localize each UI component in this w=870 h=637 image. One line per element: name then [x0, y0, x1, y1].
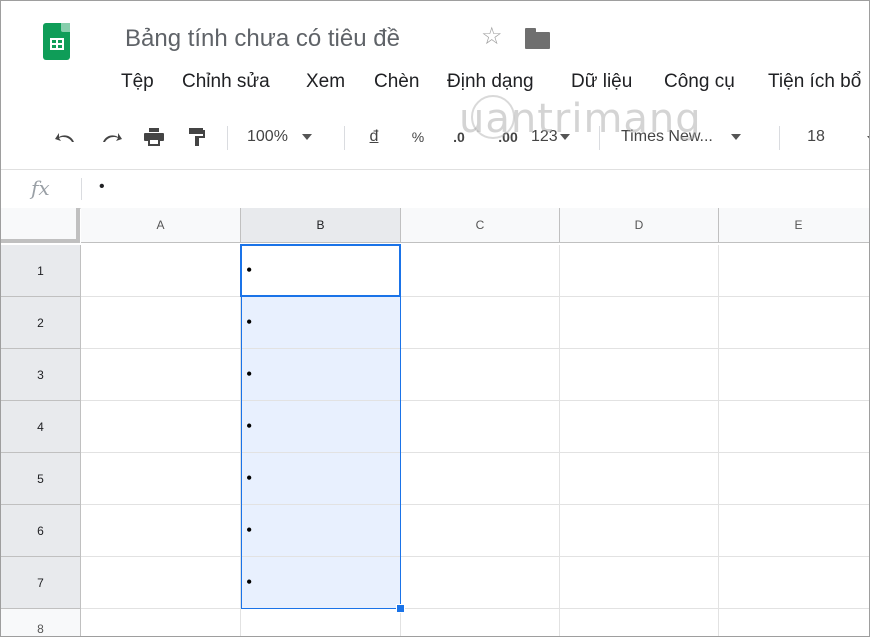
cell-d8[interactable] [560, 609, 719, 636]
cell-c3[interactable] [401, 349, 560, 401]
cell-c7[interactable] [401, 557, 560, 609]
redo-icon[interactable] [96, 122, 128, 152]
font-select[interactable]: Times New... [621, 122, 771, 152]
cell-d1[interactable] [560, 245, 719, 297]
row-header-3[interactable]: 3 [1, 349, 81, 401]
cell-e6[interactable] [719, 505, 869, 557]
column-header-c[interactable]: C [401, 208, 560, 243]
cell-a8[interactable] [81, 609, 241, 636]
chevron-down-icon [301, 134, 312, 140]
menu-insert[interactable]: Chèn [374, 71, 419, 93]
cell-d2[interactable] [560, 297, 719, 349]
column-header-a[interactable]: A [81, 208, 241, 243]
more-formats-button[interactable]: 123 [531, 122, 581, 152]
cell-d4[interactable] [560, 401, 719, 453]
cell-e8[interactable] [719, 609, 869, 636]
cell-a6[interactable] [81, 505, 241, 557]
row-header-5[interactable]: 5 [1, 453, 81, 505]
cell-a2[interactable] [81, 297, 241, 349]
menu-view[interactable]: Xem [306, 71, 345, 93]
cell-e3[interactable] [719, 349, 869, 401]
cell-d6[interactable] [560, 505, 719, 557]
cell-c6[interactable] [401, 505, 560, 557]
sheets-logo-icon[interactable] [43, 23, 70, 60]
app-window: Bảng tính chưa có tiêu đề ☆ Tệp Chỉnh sử… [0, 0, 870, 637]
decrease-decimal-button[interactable]: .0 [445, 122, 473, 152]
menu-file[interactable]: Tệp [121, 71, 154, 93]
cell-c1[interactable] [401, 245, 560, 297]
print-icon[interactable] [139, 122, 169, 152]
folder-icon[interactable] [525, 28, 550, 49]
column-header-b[interactable]: B [241, 208, 401, 243]
row-header-1[interactable]: 1 [1, 245, 81, 297]
cell-b4[interactable]: • [241, 401, 401, 453]
chevron-down-icon [559, 134, 570, 140]
cell-a3[interactable] [81, 349, 241, 401]
cell-e1[interactable] [719, 245, 869, 297]
cell-d3[interactable] [560, 349, 719, 401]
menu-format[interactable]: Định dạng [447, 71, 534, 93]
cell-c4[interactable] [401, 401, 560, 453]
cell-b5[interactable]: • [241, 453, 401, 505]
cell-d7[interactable] [560, 557, 719, 609]
increase-decimal-button[interactable]: .00 [491, 122, 525, 152]
percent-format-button[interactable]: % [407, 122, 429, 152]
chevron-down-icon [730, 134, 741, 140]
menu-data[interactable]: Dữ liệu [571, 71, 632, 93]
column-header-d[interactable]: D [560, 208, 719, 243]
row-header-4[interactable]: 4 [1, 401, 81, 453]
toolbar: 100% đ % .0 .00 123 Times New... 18 [1, 114, 869, 160]
cell-a1[interactable] [81, 245, 241, 297]
row-header-8[interactable]: 8 [1, 609, 81, 636]
font-name: Times New... [621, 128, 713, 145]
fill-handle[interactable] [396, 604, 405, 613]
cell-e2[interactable] [719, 297, 869, 349]
fx-icon: fx [31, 176, 50, 200]
cell-b7[interactable]: • [241, 557, 401, 609]
cell-d5[interactable] [560, 453, 719, 505]
cell-e5[interactable] [719, 453, 869, 505]
cell-a4[interactable] [81, 401, 241, 453]
more-formats-label: 123 [531, 128, 558, 145]
row-header-7[interactable]: 7 [1, 557, 81, 609]
formula-bar: fx • [1, 169, 869, 209]
cell-a7[interactable] [81, 557, 241, 609]
row-header-2[interactable]: 2 [1, 297, 81, 349]
column-header-e[interactable]: E [719, 208, 869, 243]
paint-format-icon[interactable] [183, 122, 211, 152]
menu-addons[interactable]: Tiện ích bổ [768, 71, 861, 93]
font-size-select[interactable]: 18 [796, 122, 836, 152]
cell-e4[interactable] [719, 401, 869, 453]
undo-icon[interactable] [49, 122, 81, 152]
menu-tools[interactable]: Công cụ [664, 71, 735, 93]
select-all-corner[interactable] [1, 208, 80, 243]
cell-b8[interactable] [241, 609, 401, 636]
currency-format-button[interactable]: đ [363, 122, 385, 152]
cell-c2[interactable] [401, 297, 560, 349]
cell-e7[interactable] [719, 557, 869, 609]
cell-b2[interactable]: • [241, 297, 401, 349]
zoom-select[interactable]: 100% [247, 122, 337, 152]
cell-a5[interactable] [81, 453, 241, 505]
cell-b3[interactable]: • [241, 349, 401, 401]
menu-edit[interactable]: Chỉnh sửa [182, 71, 270, 93]
zoom-value: 100% [247, 128, 288, 145]
cell-b1[interactable]: • [241, 245, 401, 297]
cell-c8[interactable] [401, 609, 560, 636]
cell-b6[interactable]: • [241, 505, 401, 557]
formula-input[interactable]: • [99, 178, 105, 196]
row-header-6[interactable]: 6 [1, 505, 81, 557]
cell-c5[interactable] [401, 453, 560, 505]
document-title[interactable]: Bảng tính chưa có tiêu đề [125, 25, 400, 53]
star-icon[interactable]: ☆ [481, 25, 503, 49]
